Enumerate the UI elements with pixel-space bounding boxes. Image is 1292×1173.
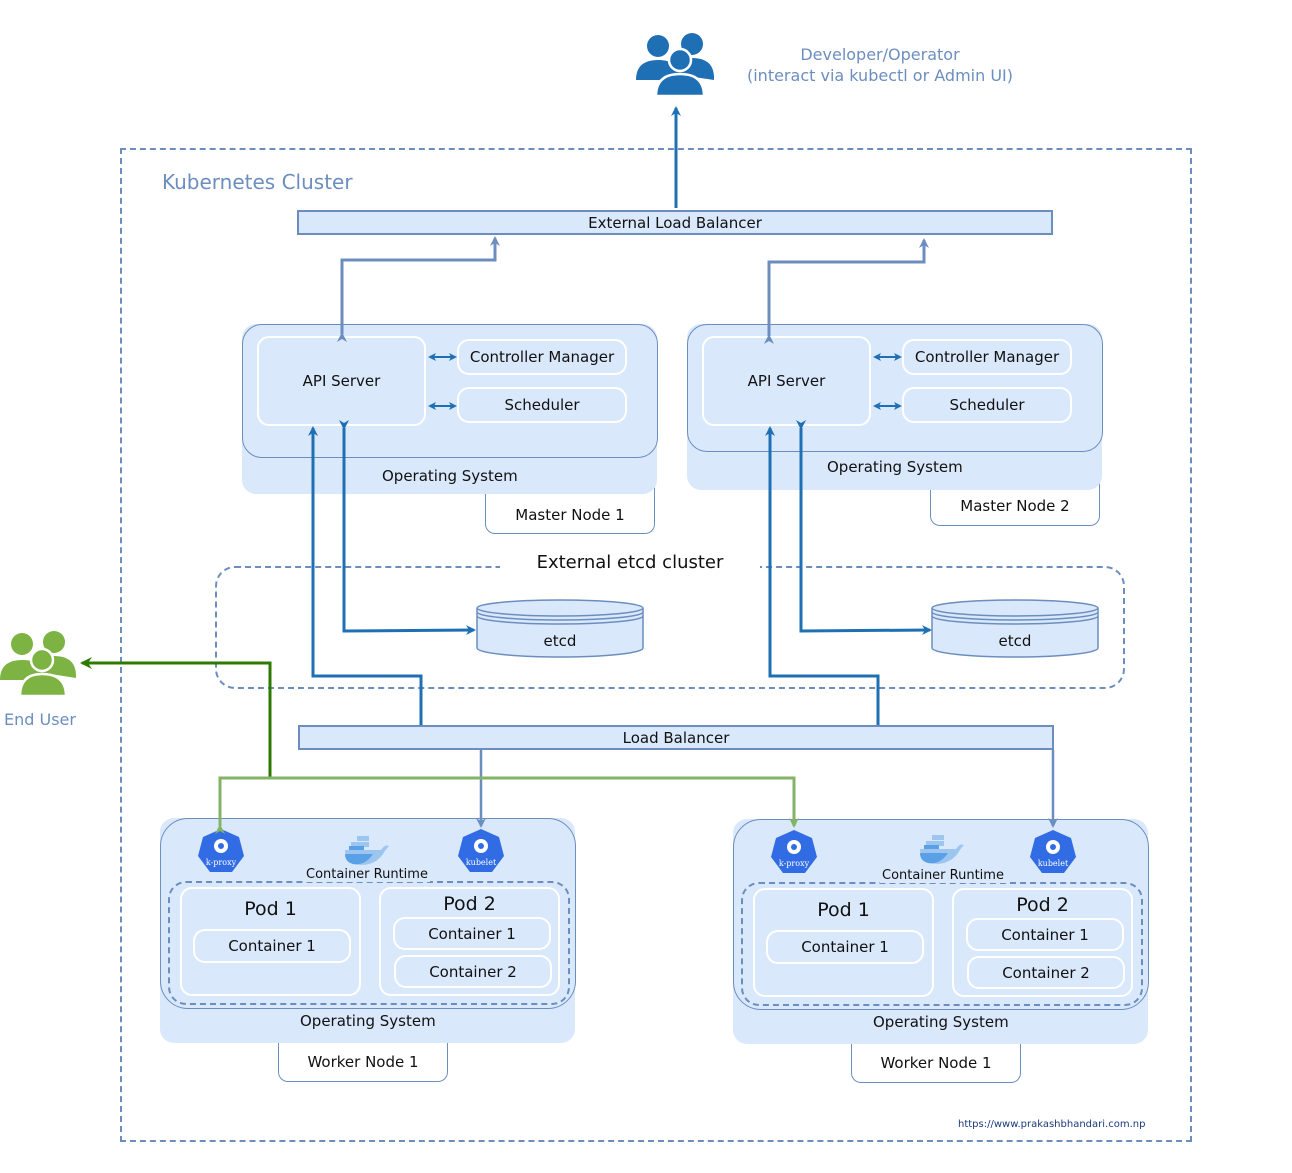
connection-wires — [80, 106, 1058, 834]
wire-kproxy-enduser — [80, 657, 272, 778]
wire-api2-etcd — [796, 420, 932, 636]
wire-kproxy-bus — [215, 776, 799, 834]
wire-api2-to-elb — [764, 238, 929, 344]
footer-url[interactable]: https://www.prakashbhandari.com.np — [958, 1119, 1145, 1130]
wire-lb-api2 — [765, 426, 880, 725]
wire-api1-to-elb — [337, 236, 500, 342]
wire-lb-api1 — [308, 426, 423, 725]
wire-api1-etcd — [339, 420, 476, 636]
